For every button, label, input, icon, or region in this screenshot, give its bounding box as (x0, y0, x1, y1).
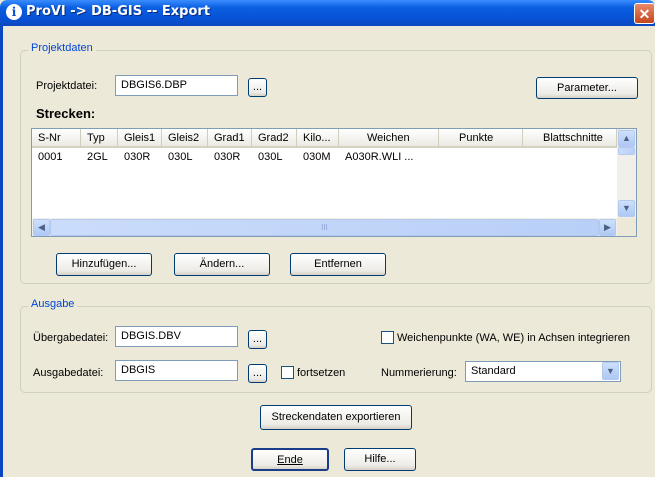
export-button[interactable]: Streckendaten exportieren (260, 405, 412, 430)
scroll-up-button[interactable]: ▲ (618, 130, 635, 147)
column-header-gleis2[interactable]: Gleis2 (162, 129, 208, 148)
nummerierung-value: Standard (471, 365, 516, 377)
ende-button-label: Ende (277, 454, 303, 466)
cell-snr: 0001 (38, 151, 63, 163)
ende-button[interactable]: Ende (251, 448, 329, 471)
fortsetzen-label[interactable]: fortsetzen (297, 367, 345, 379)
column-header-typ[interactable]: Typ (81, 129, 118, 148)
column-header-blattschnitte[interactable]: Blattschnitte (523, 129, 617, 148)
horizontal-scrollbar[interactable]: ◀ III ▶ (32, 218, 617, 236)
ausgabe-title: Ausgabe (28, 298, 78, 310)
uebergabedatei-label: Übergabedatei: (33, 332, 109, 344)
export-button-label: Streckendaten exportieren (271, 411, 401, 423)
ausgabedatei-label: Ausgabedatei: (33, 367, 104, 379)
uebergabedatei-browse-button[interactable]: ... (248, 330, 267, 349)
scroll-down-button[interactable]: ▼ (618, 200, 635, 217)
strecken-list[interactable]: S-Nr Typ Gleis1 Gleis2 Grad1 Grad2 Kilo.… (31, 128, 637, 237)
entfernen-button[interactable]: Entfernen (290, 253, 386, 276)
strecken-heading: Strecken: (36, 106, 96, 121)
chevron-down-icon[interactable]: ▼ (602, 362, 619, 380)
window-title: ProVI -> DB-GIS -- Export (26, 4, 211, 19)
cell-grad1: 030R (214, 151, 241, 163)
hilfe-button[interactable]: Hilfe... (344, 448, 416, 471)
column-header-punkte[interactable]: Punkte (439, 129, 523, 148)
scroll-right-button[interactable]: ▶ (599, 219, 616, 236)
info-icon: i (6, 4, 22, 20)
vertical-scroll-thumb[interactable] (618, 147, 635, 155)
cell-typ: 2GL (87, 151, 108, 163)
uebergabedatei-field[interactable]: DBGIS.DBV (115, 326, 238, 347)
vertical-scrollbar[interactable]: ▲ ▼ (617, 129, 636, 218)
cell-gleis1: 030R (124, 151, 151, 163)
cell-gleis2: 030L (168, 151, 193, 163)
fortsetzen-checkbox[interactable] (281, 366, 294, 379)
projektdatei-label: Projektdatei: (36, 80, 98, 92)
projektdaten-title: Projektdaten (28, 42, 96, 54)
ausgabedatei-browse-button[interactable]: ... (248, 364, 267, 383)
close-button[interactable]: ✕ (634, 3, 655, 24)
hinzufuegen-button[interactable]: Hinzufügen... (56, 253, 152, 276)
nummerierung-label: Nummerierung: (381, 367, 457, 379)
weichenpunkte-checkbox[interactable] (381, 331, 394, 344)
nummerierung-select[interactable]: Standard ▼ (465, 361, 621, 382)
column-header-snr[interactable]: S-Nr (32, 129, 81, 148)
aendern-button[interactable]: Ändern... (174, 253, 270, 276)
column-header-kilo[interactable]: Kilo... (297, 129, 339, 148)
scrollbar-corner (617, 218, 636, 236)
weichenpunkte-label[interactable]: Weichenpunkte (WA, WE) in Achsen integri… (397, 332, 630, 344)
cell-kilo: 030M (303, 151, 331, 163)
hilfe-button-label: Hilfe... (364, 453, 396, 465)
horizontal-scroll-thumb[interactable]: III (50, 219, 599, 236)
column-header-grad1[interactable]: Grad1 (208, 129, 252, 148)
column-header-weichen[interactable]: Weichen (339, 129, 439, 148)
column-header-gleis1[interactable]: Gleis1 (118, 129, 162, 148)
projektdatei-field[interactable]: DBGIS6.DBP (115, 75, 238, 96)
cell-grad2: 030L (258, 151, 283, 163)
projektdatei-browse-button[interactable]: ... (248, 78, 267, 97)
window-frame (0, 26, 3, 477)
column-header-grad2[interactable]: Grad2 (252, 129, 297, 148)
scroll-left-button[interactable]: ◀ (33, 219, 50, 236)
parameter-button[interactable]: Parameter... (536, 77, 638, 99)
ausgabedatei-field[interactable]: DBGIS (115, 360, 238, 381)
cell-weichen: A030R.WLI ... (345, 151, 414, 163)
